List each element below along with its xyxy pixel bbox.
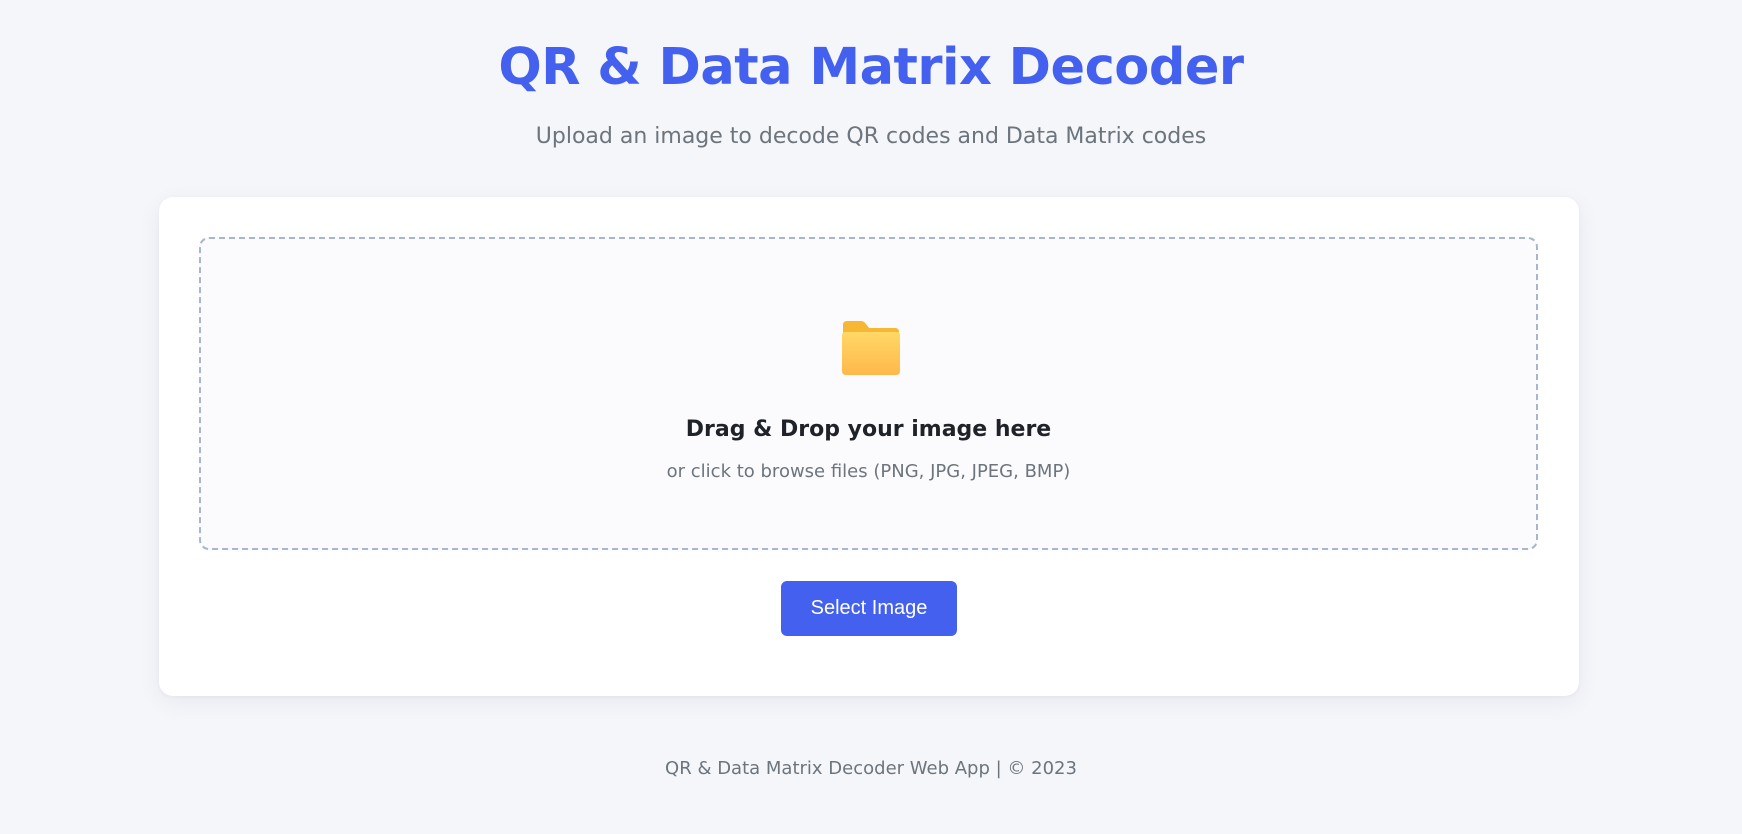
folder-icon — [842, 321, 900, 375]
page: QR & Data Matrix Decoder Upload an image… — [0, 0, 1742, 834]
page-title: QR & Data Matrix Decoder — [498, 38, 1244, 97]
page-subtitle: Upload an image to decode QR codes and D… — [535, 124, 1207, 149]
select-image-button[interactable]: Select Image — [781, 581, 957, 636]
drop-heading: Drag & Drop your image here — [685, 417, 1052, 442]
footer-text: QR & Data Matrix Decoder Web App | © 202… — [665, 758, 1077, 779]
drop-hint: or click to browse files (PNG, JPG, JPEG… — [666, 461, 1071, 482]
drop-zone[interactable]: Drag & Drop your image here or click to … — [199, 237, 1538, 550]
upload-card: Drag & Drop your image here or click to … — [159, 197, 1579, 696]
